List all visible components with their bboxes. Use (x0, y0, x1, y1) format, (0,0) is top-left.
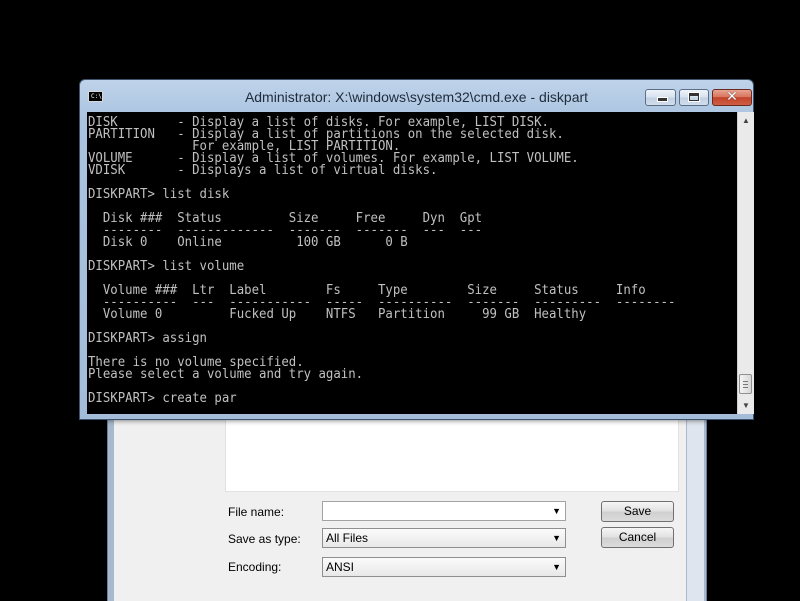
file-list-area[interactable] (225, 417, 679, 492)
close-button[interactable]: ✕ (712, 89, 752, 106)
grip-line (743, 381, 748, 382)
save-dialog-client: File name: ▼ Save as type: All Files ▼ E… (114, 411, 686, 601)
file-name-combo[interactable]: ▼ (322, 501, 566, 521)
encoding-value: ANSI (326, 560, 355, 574)
chevron-down-icon[interactable]: ▼ (552, 558, 561, 576)
console-line: Disk 0 Online 100 GB 0 B (88, 235, 408, 250)
file-name-label: File name: (228, 505, 285, 519)
grip-line (743, 384, 748, 385)
console-line: VDISK - Displays a list of virtual disks… (88, 163, 438, 178)
scroll-up-arrow-icon[interactable]: ▲ (738, 112, 754, 129)
save-as-type-value: All Files (326, 531, 369, 545)
grip-line (743, 387, 748, 388)
console-line: DISKPART> create par (88, 391, 237, 406)
save-as-type-select[interactable]: All Files ▼ (322, 528, 566, 548)
close-icon: ✕ (726, 89, 738, 105)
console-line: Volume 0 Fucked Up NTFS Partition 99 GB … (88, 307, 587, 322)
scroll-thumb[interactable] (739, 374, 752, 394)
encoding-select[interactable]: ANSI ▼ (322, 557, 566, 577)
save-as-dialog: File name: ▼ Save as type: All Files ▼ E… (107, 410, 707, 601)
save-as-type-label: Save as type: (228, 532, 301, 546)
console-scrollbar[interactable]: ▲ ▼ (737, 112, 754, 414)
console-output[interactable]: DISK - Display a list of disks. For exam… (87, 112, 737, 414)
minimize-icon (657, 97, 668, 102)
encoding-label: Encoding: (228, 560, 282, 574)
save-button[interactable]: Save (601, 501, 674, 522)
title-bar[interactable]: C:\ Administrator: X:\windows\system32\c… (80, 80, 753, 110)
cmd-window: C:\ Administrator: X:\windows\system32\c… (79, 79, 754, 420)
maximize-button[interactable] (679, 89, 709, 106)
maximize-icon (688, 92, 700, 102)
dialog-scrollbar[interactable] (687, 411, 704, 601)
console-line: Please select a volume and try again. (88, 367, 364, 382)
console-line: DISKPART> list volume (88, 259, 245, 274)
cancel-button[interactable]: Cancel (601, 527, 674, 548)
chevron-down-icon[interactable]: ▼ (552, 529, 561, 547)
console-line: DISKPART> list disk (88, 187, 230, 202)
minimize-button[interactable] (645, 89, 676, 106)
chevron-down-icon[interactable]: ▼ (552, 502, 561, 520)
console-line: DISKPART> assign (88, 331, 207, 346)
scroll-down-arrow-icon[interactable]: ▼ (738, 397, 754, 414)
